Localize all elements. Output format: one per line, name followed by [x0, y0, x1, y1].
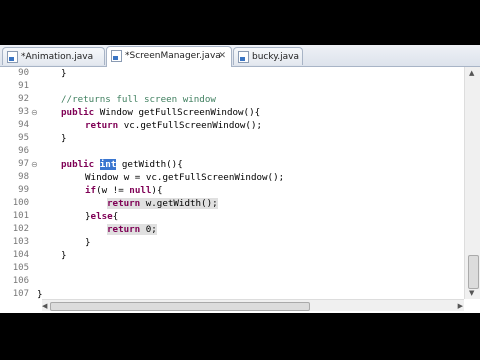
code-line: }: [61, 133, 67, 144]
line-number: 104: [12, 250, 29, 260]
horizontal-scroll-thumb[interactable]: [50, 302, 310, 311]
line-number: 103: [12, 237, 29, 247]
comment: //returns full screen window: [61, 94, 216, 105]
line-number: 105: [12, 263, 29, 273]
code-line: }: [61, 250, 67, 261]
code-line: Window w = vc.getFullScreenWindow();: [85, 172, 285, 183]
java-file-icon: [7, 51, 18, 63]
line-number: 100: [12, 198, 29, 208]
line-number: 102: [12, 224, 29, 234]
line-number: 96: [18, 146, 29, 156]
line-number: 99: [18, 185, 29, 195]
editor-tab-bar: *Animation.java *ScreenManager.java ✕ bu…: [0, 45, 480, 67]
tab-bucky-java[interactable]: bucky.java: [233, 47, 303, 65]
editor-window: *Animation.java *ScreenManager.java ✕ bu…: [0, 45, 480, 313]
code-line: return 0;: [107, 224, 157, 235]
scroll-up-icon[interactable]: ▲: [469, 68, 474, 78]
fold-collapse-icon[interactable]: ⊖: [31, 106, 38, 119]
selected-text: int: [99, 159, 117, 170]
code-line: public int getWidth(){: [61, 159, 183, 170]
code-line: //returns full screen window: [61, 93, 216, 106]
scroll-down-icon[interactable]: ▼: [469, 288, 474, 298]
line-number: 90: [18, 68, 29, 78]
line-number: 93: [18, 107, 29, 117]
code-editor[interactable]: 90 91 92 93 94 95 96 97 98 99 100 101 10…: [0, 67, 464, 300]
horizontal-scrollbar[interactable]: ◀ ▶: [42, 299, 464, 311]
annotation-ruler: [0, 67, 8, 299]
code-line: }: [85, 237, 91, 248]
vertical-scroll-thumb[interactable]: [468, 255, 479, 289]
line-number: 106: [12, 276, 29, 286]
close-tab-icon[interactable]: ✕: [218, 47, 226, 65]
code-line: }else{: [85, 211, 119, 222]
line-number: 97: [18, 159, 29, 169]
code-area[interactable]: } //returns full screen window public Wi…: [37, 67, 464, 300]
code-line: return w.getWidth();: [107, 198, 218, 209]
line-number: 101: [12, 211, 29, 221]
vertical-scrollbar[interactable]: ▲ ▼: [464, 67, 480, 299]
tab-screenmanager-java[interactable]: *ScreenManager.java ✕: [106, 46, 232, 67]
tab-animation-java[interactable]: *Animation.java: [2, 47, 105, 65]
line-number: 95: [18, 133, 29, 143]
fold-collapse-icon[interactable]: ⊖: [31, 158, 38, 171]
line-number: 92: [18, 94, 29, 104]
java-file-icon: [111, 50, 122, 62]
code-line: public Window getFullScreenWindow(){: [61, 107, 261, 118]
line-number-gutter: 90 91 92 93 94 95 96 97 98 99 100 101 10…: [8, 67, 31, 299]
java-file-icon: [238, 51, 249, 63]
code-line: }: [61, 68, 67, 79]
folding-gutter: ⊖ ⊖: [31, 67, 39, 299]
scroll-right-icon[interactable]: ▶: [458, 301, 463, 311]
code-line: return vc.getFullScreenWindow();: [85, 120, 263, 131]
line-number: 107: [12, 289, 29, 299]
line-number: 94: [18, 120, 29, 130]
scroll-left-icon[interactable]: ◀: [42, 301, 47, 311]
code-line: if(w != null){: [85, 185, 163, 196]
line-number: 91: [18, 81, 29, 91]
line-number: 98: [18, 172, 29, 182]
